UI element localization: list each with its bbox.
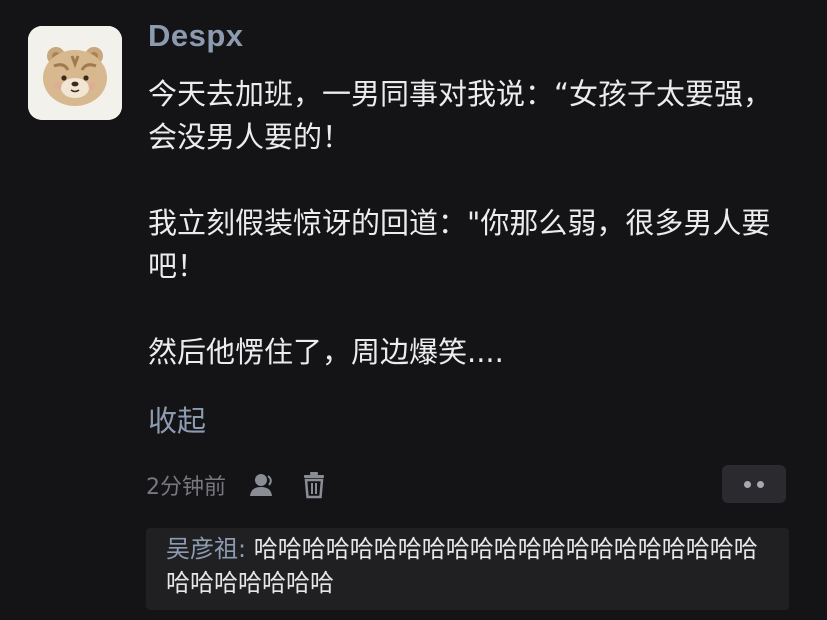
post-content: 今天去加班，一男同事对我说：“女孩子太要强，会没男人要的！ 我立刻假装惊讶的回道… (148, 73, 798, 374)
bear-avatar-icon (28, 26, 122, 120)
post-meta: 2分钟前 (146, 463, 350, 507)
more-dots-icon (757, 480, 764, 488)
reply-author[interactable]: 吴彦祖: (166, 535, 246, 563)
collapse-link[interactable]: 收起 (148, 398, 206, 440)
reply-text: 哈哈哈哈哈哈哈哈哈哈哈哈哈哈哈哈哈哈哈哈哈哈哈哈哈哈哈哈 (166, 535, 758, 597)
more-button[interactable] (722, 465, 786, 503)
post-paragraph: 然后他愣住了，周边爆笑.... (148, 335, 504, 369)
avatar[interactable] (28, 26, 122, 120)
user-icon[interactable] (246, 469, 278, 501)
post-paragraph: 今天去加班，一男同事对我说：“女孩子太要强，会没男人要的！ (148, 77, 773, 154)
post-paragraph: 我立刻假装惊讶的回道："你那么弱，很多男人要吧！ (148, 206, 771, 283)
reply-comment[interactable]: 吴彦祖: 哈哈哈哈哈哈哈哈哈哈哈哈哈哈哈哈哈哈哈哈哈哈哈哈哈哈哈哈 (146, 528, 789, 610)
more-dots-icon (744, 480, 751, 488)
username[interactable]: Despx (148, 18, 244, 54)
timestamp: 2分钟前 (146, 475, 226, 500)
trash-icon[interactable] (298, 469, 330, 501)
